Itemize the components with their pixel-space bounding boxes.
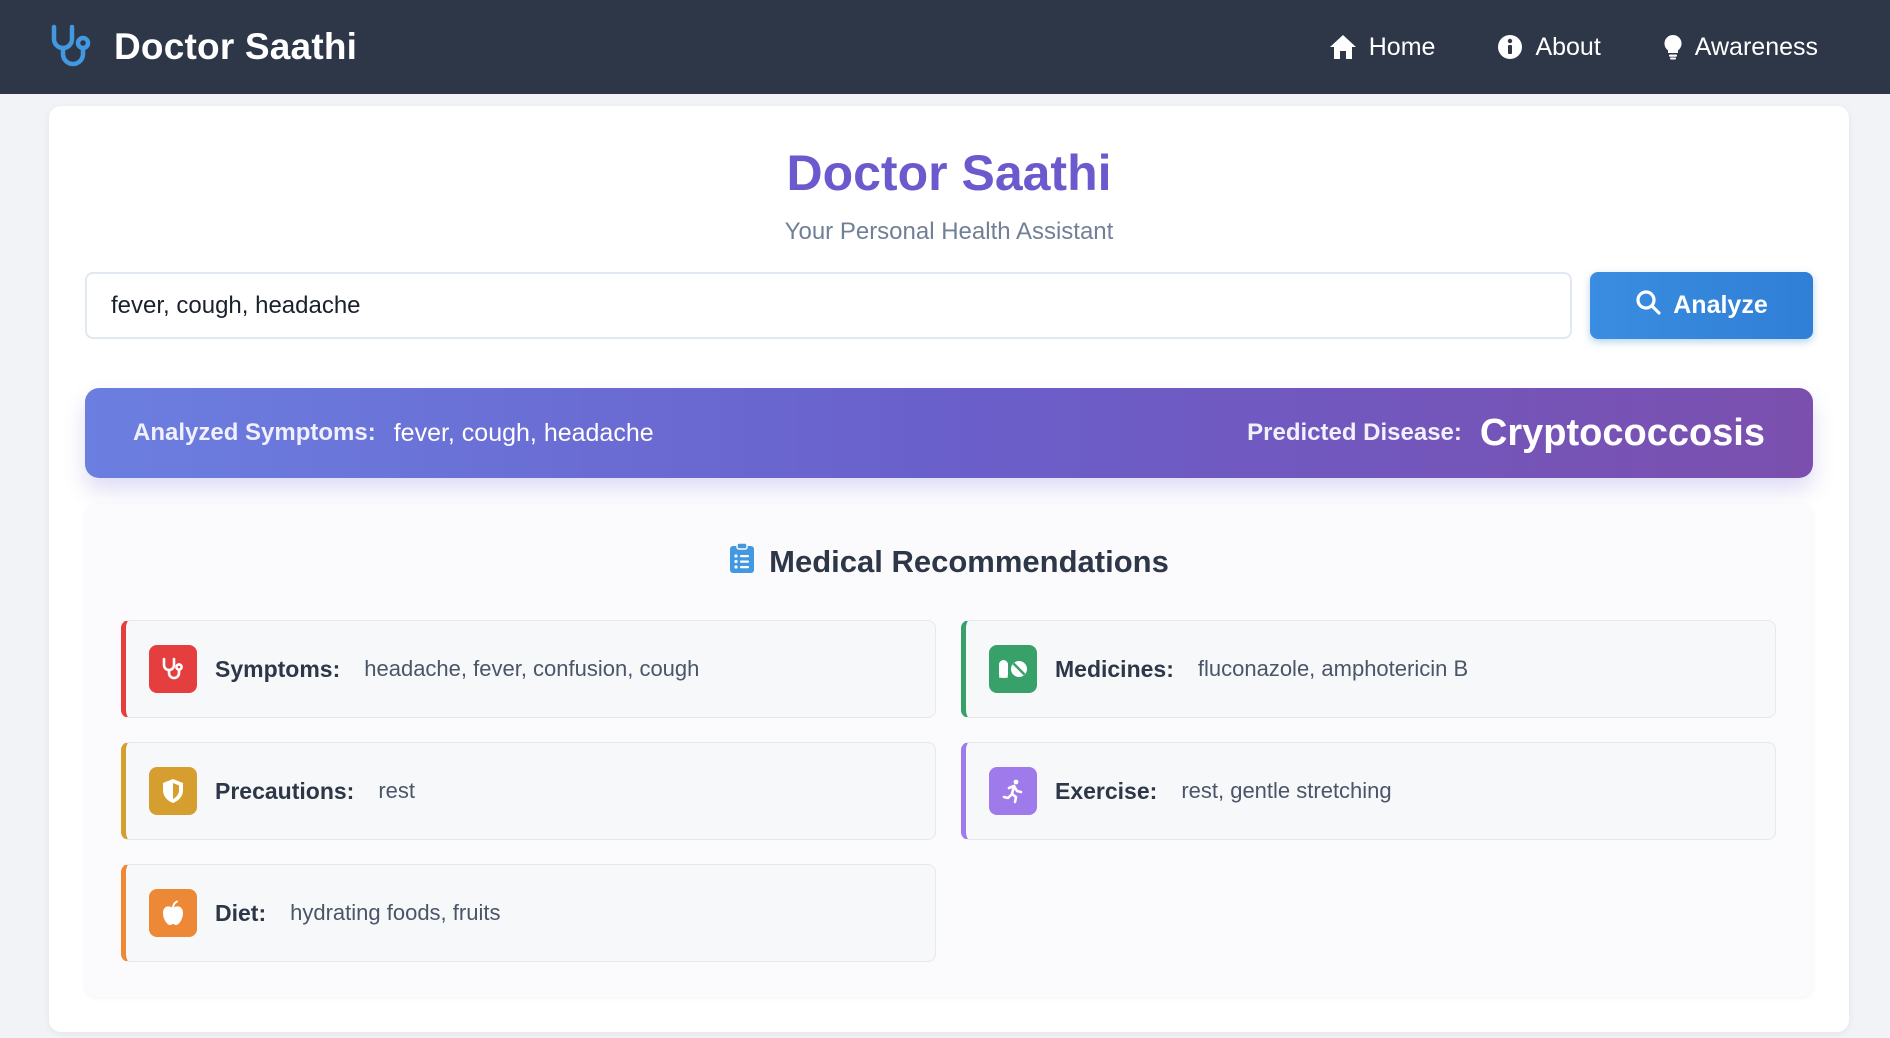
analyzed-symptoms-label: Analyzed Symptoms:: [133, 419, 376, 446]
recommendations-panel: Medical Recommendations Symptoms: headac…: [85, 504, 1813, 997]
rec-precautions-label: Precautions:: [215, 777, 355, 804]
stethoscope-icon: [149, 645, 197, 693]
nav-home-label: Home: [1368, 32, 1436, 61]
search-icon: [1635, 289, 1661, 322]
shield-icon: [149, 767, 197, 815]
prediction-banner: Analyzed Symptoms: fever, cough, headach…: [85, 388, 1813, 478]
rec-medicines-label: Medicines:: [1055, 655, 1174, 682]
predicted-disease: Predicted Disease: Cryptococcosis: [1247, 412, 1765, 455]
nav-awareness-link[interactable]: Awareness: [1663, 33, 1818, 62]
rec-medicines-value: fluconazole, amphotericin B: [1197, 656, 1469, 681]
rec-diet-label: Diet:: [215, 899, 267, 926]
rec-diet-value: hydrating foods, fruits: [290, 900, 501, 925]
home-icon: [1329, 34, 1357, 60]
brand[interactable]: Doctor Saathi: [48, 23, 357, 71]
main-card: Doctor Saathi Your Personal Health Assis…: [49, 106, 1849, 1032]
nav-about-link[interactable]: About: [1497, 32, 1601, 62]
rec-card-exercise: Exercise: rest, gentle stretching: [961, 742, 1776, 840]
top-navbar: Doctor Saathi Home About Awareness: [0, 0, 1890, 94]
nav-awareness-label: Awareness: [1694, 32, 1818, 61]
page-title: Doctor Saathi: [786, 145, 1112, 201]
analyze-button-label: Analyze: [1673, 291, 1768, 319]
rec-exercise-label: Exercise:: [1055, 777, 1158, 804]
page-subtitle: Your Personal Health Assistant: [784, 218, 1114, 245]
pills-icon: [989, 645, 1037, 693]
rec-symptoms-label: Symptoms:: [215, 655, 341, 682]
rec-card-diet: Diet: hydrating foods, fruits: [121, 864, 936, 962]
analyzed-symptoms: Analyzed Symptoms: fever, cough, headach…: [133, 419, 654, 448]
info-circle-icon: [1497, 34, 1523, 60]
lightbulb-icon: [1663, 34, 1683, 60]
rec-symptoms-value: headache, fever, confusion, cough: [364, 656, 700, 681]
brand-name: Doctor Saathi: [114, 26, 358, 67]
symptom-search-input[interactable]: [85, 272, 1572, 339]
clipboard-list-icon: [729, 542, 755, 582]
recommendations-heading: Medical Recommendations: [85, 542, 1813, 582]
rec-card-symptoms: Symptoms: headache, fever, confusion, co…: [121, 620, 936, 718]
analyzed-symptoms-value: fever, cough, headache: [393, 418, 654, 447]
nav-about-label: About: [1535, 32, 1601, 61]
stethoscope-icon: [48, 23, 96, 71]
rec-exercise-value: rest, gentle stretching: [1181, 778, 1392, 803]
rec-card-precautions: Precautions: rest: [121, 742, 936, 840]
rec-card-medicines: Medicines: fluconazole, amphotericin B: [961, 620, 1776, 718]
predicted-disease-label: Predicted Disease:: [1247, 419, 1462, 446]
nav-home-link[interactable]: Home: [1329, 32, 1436, 62]
analyze-button[interactable]: Analyze: [1590, 272, 1813, 339]
recommendations-heading-text: Medical Recommendations: [769, 544, 1169, 579]
nav-links: Home About Awareness: [1329, 33, 1818, 62]
running-icon: [989, 767, 1037, 815]
rec-precautions-value: rest: [378, 778, 416, 803]
predicted-disease-value: Cryptococcosis: [1479, 411, 1765, 454]
apple-icon: [149, 889, 197, 937]
